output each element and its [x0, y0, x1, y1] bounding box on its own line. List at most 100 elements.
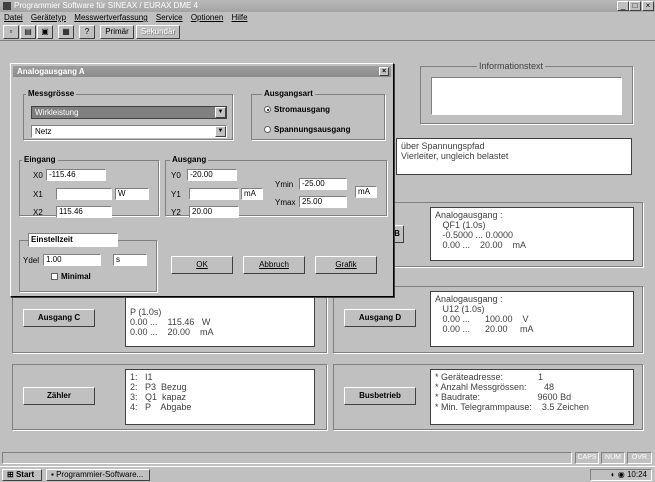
menu-geratetyp[interactable]: Gerätetyp	[31, 13, 66, 22]
busbetrieb-button[interactable]: Busbetrieb	[344, 387, 416, 405]
minimize-button[interactable]: _	[617, 1, 629, 11]
ymax-input[interactable]: 25.00	[299, 196, 347, 208]
info-label: Informationstext	[477, 61, 546, 71]
taskbar-item-label: Programmier-Software...	[56, 470, 144, 479]
spannungsausgang-radio[interactable]: Spannungsausgang	[264, 125, 350, 134]
start-button[interactable]: ⊞ Start	[2, 469, 42, 481]
chevron-down-icon[interactable]: ▼	[215, 107, 226, 118]
app-icon: ▪	[51, 470, 54, 479]
dialog-title: Analogausgang A ×	[13, 66, 391, 77]
grafik-button[interactable]: Grafik	[315, 256, 377, 274]
open-icon[interactable]: ▤	[20, 25, 36, 39]
ymax-label: Ymax	[275, 198, 296, 207]
spannungsausgang-label: Spannungsausgang	[274, 125, 351, 134]
messgrosse-value: Wirkleistung	[35, 108, 79, 117]
zahler-group: Zähler 1: I1 2: P3 Bezug 3: Q1 kapaz 4: …	[12, 364, 327, 430]
y2-input[interactable]: 20.00	[189, 206, 239, 218]
y1-label: Y1	[171, 190, 181, 199]
minimal-label: Minimal	[61, 272, 91, 281]
title-bar: Programmier Software für SINEAX / EURAX …	[0, 0, 655, 12]
info-group: Informationstext	[420, 61, 633, 124]
menu-bar: Datei Gerätetyp Messwertverfassung Servi…	[0, 12, 655, 23]
x1-label: X1	[33, 190, 43, 199]
messung-text: über Spannungspfad Vierleiter, ungleich …	[396, 138, 632, 175]
tray-icon: ◐ ◉	[610, 470, 627, 479]
print-icon[interactable]: ▦	[58, 25, 74, 39]
status-bar: CAPS NUM OVR	[0, 451, 655, 465]
zahler-button[interactable]: Zähler	[23, 387, 95, 405]
messgrosse-select[interactable]: Wirkleistung ▼	[31, 106, 227, 119]
netz-select[interactable]: Netz ▼	[31, 125, 227, 138]
clock: 10:24	[626, 470, 647, 479]
menu-datei[interactable]: Datei	[4, 13, 23, 22]
netz-value: Netz	[35, 127, 52, 136]
ausgang-d-button[interactable]: Ausgang D	[344, 309, 416, 327]
new-icon[interactable]: ▫	[3, 25, 19, 39]
ovr-indicator: OVR	[627, 452, 652, 464]
ausgang-c-button[interactable]: Ausgang C	[23, 309, 95, 327]
eingang-label: Eingang	[22, 155, 58, 164]
bus-text: * Geräteadresse: 1 * Anzahl Messgrössen:…	[430, 369, 634, 425]
messgrosse-label: Messgrösse	[26, 89, 77, 98]
sekundar-button[interactable]: Sekundär	[136, 25, 180, 39]
x0-input[interactable]: -115.46	[46, 169, 106, 181]
ok-button[interactable]: OK	[171, 256, 233, 274]
menu-hilfe[interactable]: Hilfe	[232, 13, 248, 22]
bus-group: Busbetrieb * Geräteadresse: 1 * Anzahl M…	[333, 364, 643, 430]
checkbox-icon[interactable]	[51, 273, 58, 280]
y0-label: Y0	[171, 171, 181, 180]
ydel-unit[interactable]: s	[113, 254, 147, 266]
minimal-checkbox[interactable]: Minimal	[51, 272, 91, 281]
zahler-text: 1: I1 2: P3 Bezug 3: Q1 kapaz 4: P Abgab…	[125, 369, 315, 425]
ymin-label: Ymin	[275, 180, 294, 189]
ydel-label: Ydel	[23, 256, 40, 265]
stromausgang-label: Stromausgang	[274, 105, 331, 114]
ausgang-b-text: Analogausgang : QF1 (1.0s) -0.5000 ... 0…	[430, 207, 634, 261]
abbruch-button[interactable]: Abbruch	[243, 256, 305, 274]
x2-label: X2	[33, 208, 43, 217]
windows-logo-icon: ⊞	[7, 470, 14, 479]
help-icon[interactable]: ?	[79, 25, 95, 39]
caps-indicator: CAPS	[575, 452, 599, 464]
ausgang-label: Ausgang	[170, 155, 209, 164]
menu-optionen[interactable]: Optionen	[191, 13, 223, 22]
y2-label: Y2	[171, 208, 181, 217]
einstellzeit-label: Einstellzeit	[28, 233, 118, 247]
status-main	[2, 452, 572, 464]
ausgang-d-text: Analogausgang : U12 (1.0s) 0.00 ... 100.…	[430, 291, 634, 347]
dialog-close-icon[interactable]: ×	[379, 67, 389, 76]
info-textbox[interactable]	[431, 77, 622, 115]
ymin-input[interactable]: -25.00	[299, 178, 347, 190]
x1-input[interactable]	[56, 188, 112, 200]
start-label: Start	[15, 470, 35, 479]
x0-label: X0	[33, 171, 43, 180]
dialog-title-text: Analogausgang A	[17, 67, 85, 76]
primar-button[interactable]: Primär	[100, 25, 134, 39]
system-tray: ◐ ◉ 10:24	[590, 469, 652, 481]
menu-messwert[interactable]: Messwertverfassung	[74, 13, 147, 22]
save-icon[interactable]: ▣	[37, 25, 53, 39]
stromausgang-radio[interactable]: Stromausgang	[264, 105, 330, 114]
x2-input[interactable]: 115.46	[56, 206, 112, 218]
y1-unit[interactable]: mA	[241, 188, 263, 200]
close-button[interactable]: ×	[642, 1, 654, 11]
analogausgang-dialog: Analogausgang A × Messgrösse Wirkleistun…	[10, 63, 394, 297]
num-indicator: NUM	[601, 452, 625, 464]
window-title: Programmier Software für SINEAX / EURAX …	[14, 1, 199, 10]
taskbar-item[interactable]: ▪ Programmier-Software...	[46, 469, 150, 481]
chevron-down-icon[interactable]: ▼	[215, 126, 226, 137]
app-icon	[3, 2, 11, 10]
yunit-field[interactable]: mA	[355, 186, 377, 198]
y0-input[interactable]: -20.00	[187, 169, 237, 181]
y1-input[interactable]	[189, 188, 239, 200]
toolbar: ▫ ▤ ▣ ▦ ? Primär Sekundär	[0, 23, 655, 41]
taskbar: ⊞ Start ▪ Programmier-Software... ◐ ◉ 10…	[0, 466, 655, 482]
einstellzeit-group: Einstellzeit	[19, 233, 157, 292]
maximize-button[interactable]: □	[629, 1, 641, 11]
menu-service[interactable]: Service	[156, 13, 183, 22]
ausgangsart-label: Ausgangsart	[262, 89, 315, 98]
ausgangsart-group: Ausgangsart Stromausgang Spannungsausgan…	[251, 89, 385, 140]
ausgang-c-text: P (1.0s) 0.00 ... 115.46 W 0.00 ... 20.0…	[125, 292, 315, 347]
ydel-input[interactable]: 1.00	[43, 254, 101, 266]
x1-unit[interactable]: W	[115, 188, 149, 200]
